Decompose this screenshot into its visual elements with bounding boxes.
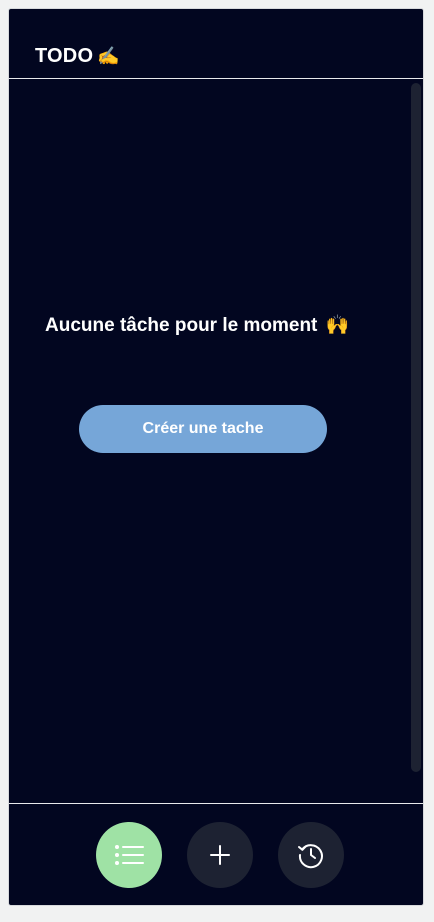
empty-state-text: Aucune tâche pour le moment — [45, 315, 318, 336]
app-title: TODO ✍️ — [35, 45, 120, 67]
list-icon — [115, 845, 144, 865]
nav-task-list-button[interactable] — [96, 822, 162, 888]
empty-state-message: Aucune tâche pour le moment 🙌 — [45, 313, 349, 339]
app-header: TODO ✍️ — [9, 9, 423, 79]
vertical-scrollbar[interactable] — [411, 83, 421, 772]
create-task-button[interactable]: Créer une tache — [79, 405, 327, 453]
nav-history-button[interactable] — [278, 822, 344, 888]
clock-history-icon — [298, 844, 323, 869]
raising-hands-emoji-icon: 🙌 — [325, 315, 350, 336]
bottom-navigation — [9, 803, 423, 905]
app-title-text: TODO — [35, 45, 94, 67]
plus-icon — [210, 845, 230, 865]
writing-hand-emoji-icon: ✍️ — [97, 46, 120, 66]
nav-add-task-button[interactable] — [187, 822, 253, 888]
task-list-area[interactable]: Aucune tâche pour le moment 🙌 Créer une … — [9, 79, 423, 803]
app-frame: TODO ✍️ Aucune tâche pour le moment 🙌 Cré… — [8, 8, 424, 906]
